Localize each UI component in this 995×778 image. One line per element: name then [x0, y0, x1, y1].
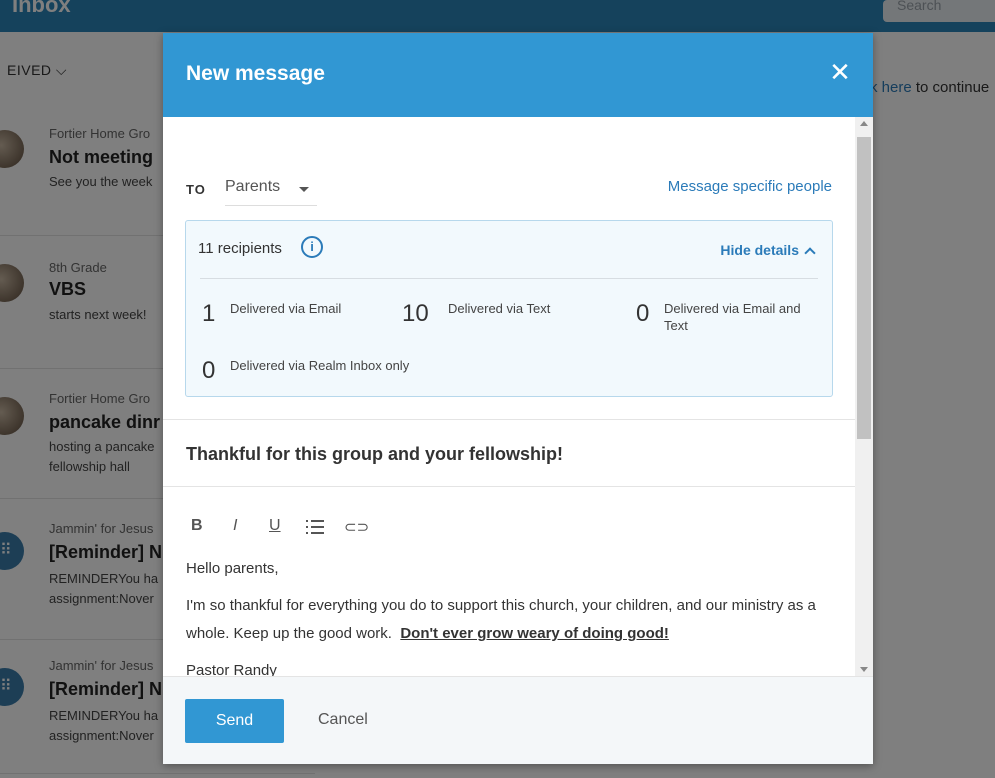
info-icon[interactable]: i [301, 236, 323, 258]
message-greeting: Hello parents, [186, 560, 279, 577]
stat-count: 10 [402, 300, 429, 327]
message-body-editor[interactable]: Hello parents, I'm so thankful for every… [186, 555, 836, 676]
recipient-count: 11 recipients [198, 240, 282, 257]
stat-label: Delivered via Realm Inbox only [230, 358, 410, 373]
dialog-footer: Send Cancel [163, 676, 873, 764]
dialog-title: New message [186, 62, 325, 85]
bullet-list-icon[interactable] [306, 520, 324, 534]
to-label: TO [186, 182, 206, 197]
close-icon[interactable]: ✕ [827, 59, 853, 85]
scroll-up-icon[interactable] [860, 121, 868, 126]
italic-button[interactable]: I [233, 517, 237, 535]
divider [200, 278, 818, 279]
message-paragraph: I'm so thankful for everything you do to… [186, 592, 836, 648]
stat-count: 0 [636, 300, 650, 327]
subject-field[interactable]: Thankful for this group and your fellows… [163, 419, 855, 487]
underline-button[interactable]: U [269, 517, 281, 535]
recipients-summary: 11 recipients i Hide details 1 Delivered… [185, 220, 833, 397]
subject-text: Thankful for this group and your fellows… [186, 444, 563, 464]
stat-label: Delivered via Email [230, 301, 342, 316]
scroll-thumb[interactable] [857, 137, 871, 439]
dialog-body: TO Parents Message specific people 11 re… [163, 117, 855, 676]
new-message-dialog: New message ✕ TO Parents Message specifi… [163, 33, 873, 764]
stat-count: 0 [202, 357, 216, 384]
hide-details-toggle[interactable]: Hide details [720, 242, 816, 259]
stat-count: 1 [202, 300, 216, 327]
cancel-button[interactable]: Cancel [318, 711, 368, 729]
stat-label: Delivered via Text [448, 301, 551, 316]
recipient-group-select[interactable]: Parents [225, 174, 317, 206]
dialog-scrollbar[interactable] [855, 117, 873, 676]
scroll-down-icon[interactable] [860, 667, 868, 672]
bold-button[interactable]: B [191, 517, 203, 535]
caret-down-icon [299, 187, 309, 192]
dialog-header: New message ✕ [163, 33, 873, 117]
hide-details-label: Hide details [720, 242, 799, 258]
send-button[interactable]: Send [185, 699, 284, 743]
chevron-up-icon [804, 247, 816, 259]
recipient-group-value: Parents [225, 178, 281, 195]
link-icon[interactable]: ⊂⊃ [344, 518, 369, 536]
message-specific-people-link[interactable]: Message specific people [668, 178, 832, 195]
stat-label: Delivered via Email and Text [664, 301, 801, 333]
message-emphasis: Don't ever grow weary of doing good! [400, 625, 669, 642]
message-signature: Pastor Randy [186, 662, 277, 676]
